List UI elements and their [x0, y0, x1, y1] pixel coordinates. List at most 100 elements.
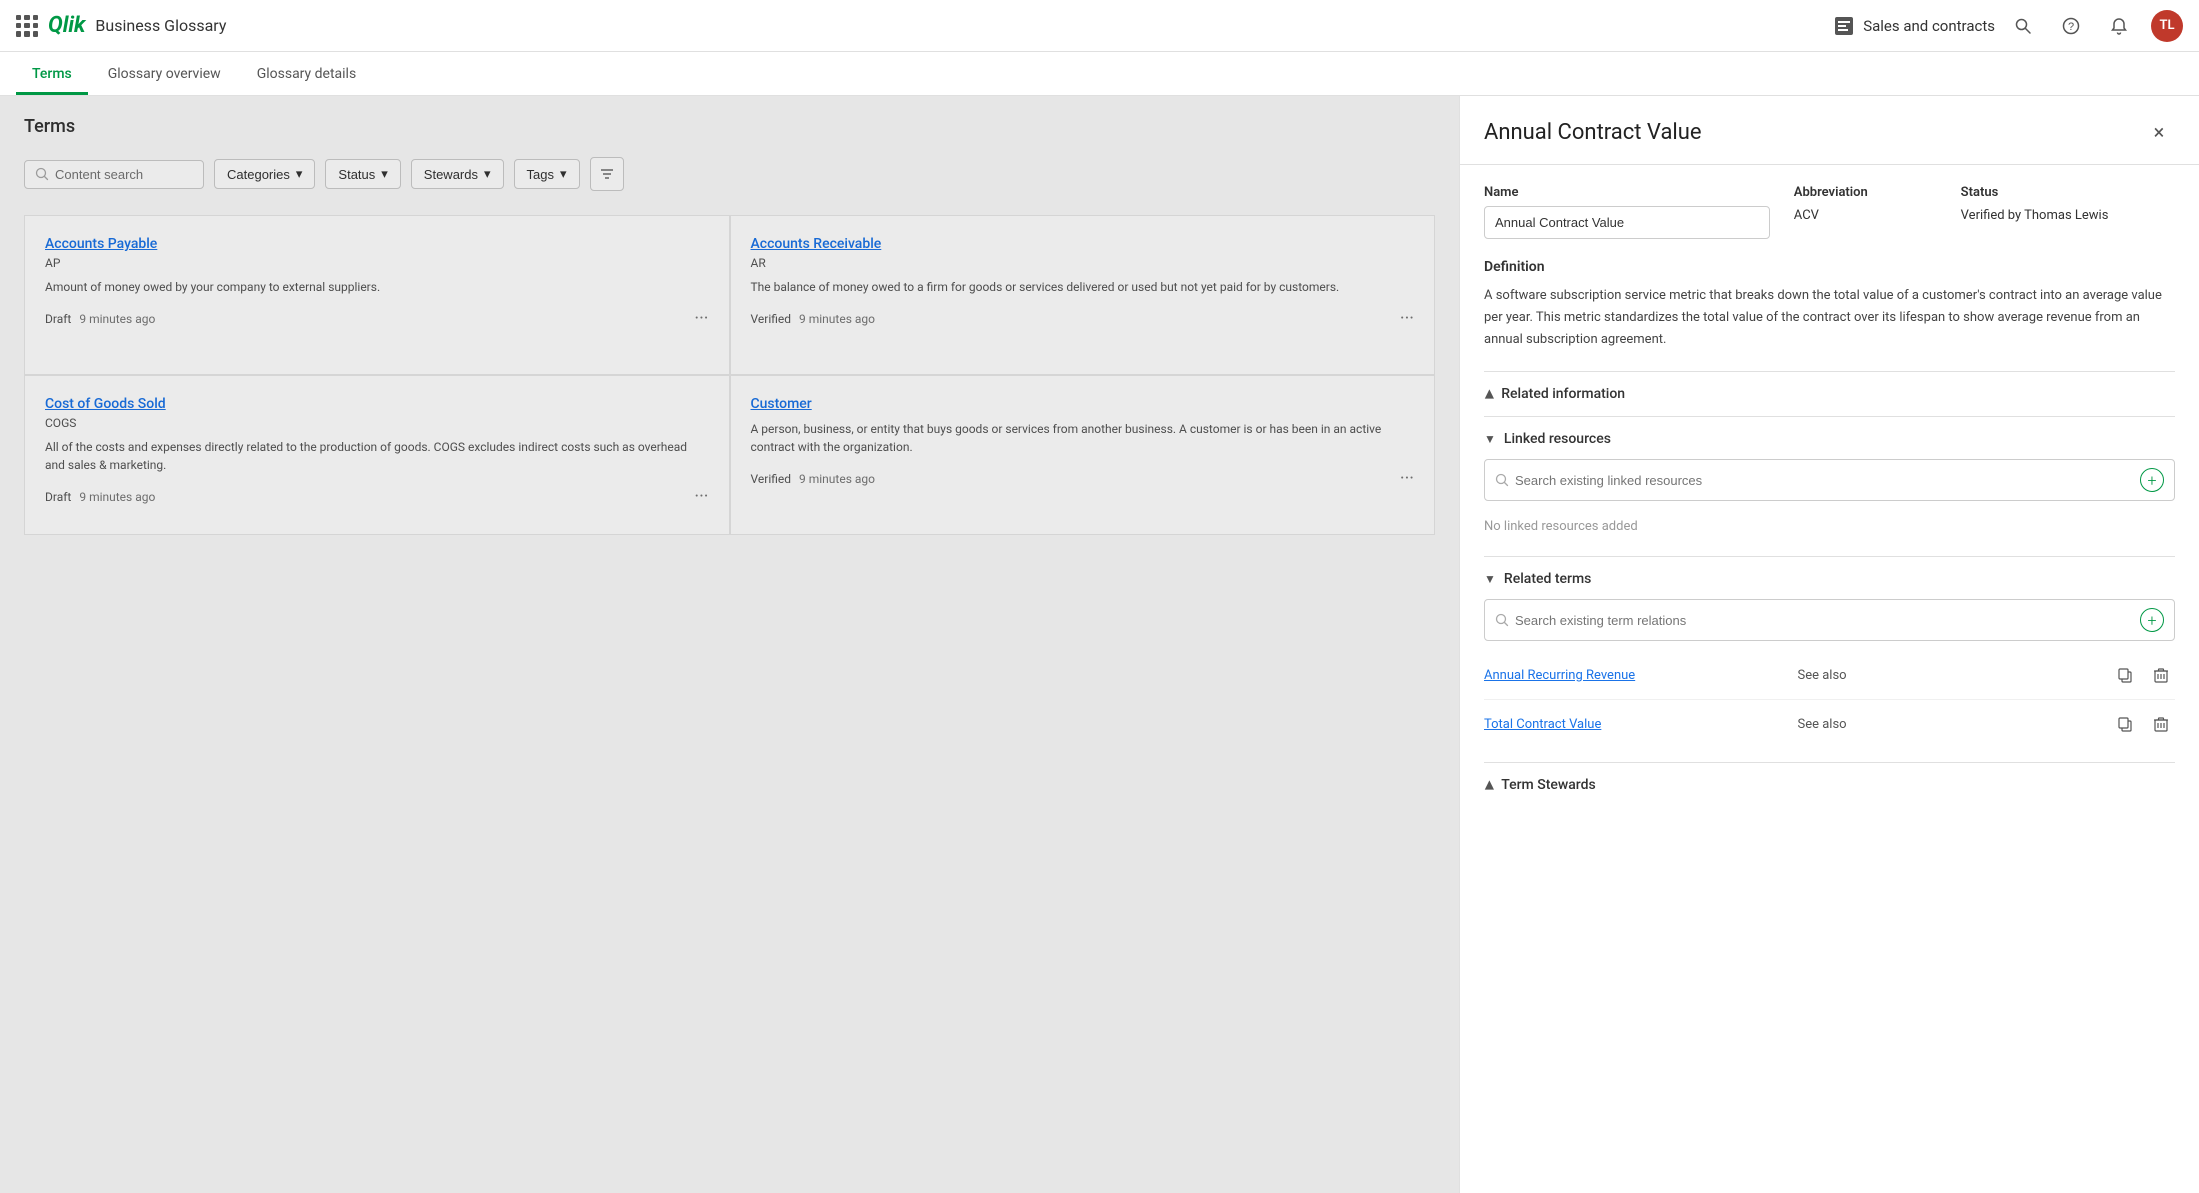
- delete-term-button[interactable]: [2147, 710, 2175, 738]
- main-area: Terms Categories ▾ Status ▾ Stewards ▾: [0, 96, 2199, 1193]
- status-field-group: Status Verified by Thomas Lewis: [1961, 185, 2175, 223]
- nav-context-label: Sales and contracts: [1863, 17, 1995, 35]
- card-title[interactable]: Accounts Payable: [45, 236, 709, 252]
- card-description: The balance of money owed to a firm for …: [751, 278, 1415, 296]
- drawer-header: Annual Contract Value ×: [1460, 96, 2199, 165]
- term-stewards-header[interactable]: ▶ Term Stewards: [1484, 777, 2175, 793]
- content-search-input[interactable]: [55, 167, 175, 182]
- card-description: A person, business, or entity that buys …: [751, 420, 1415, 456]
- term-link-annual-recurring-revenue[interactable]: Annual Recurring Revenue: [1484, 668, 1786, 683]
- term-link-total-contract-value[interactable]: Total Contract Value: [1484, 717, 1786, 732]
- card-menu-button[interactable]: ···: [1400, 308, 1414, 329]
- card-description: All of the costs and expenses directly r…: [45, 438, 709, 474]
- abbreviation-value: ACV: [1794, 206, 1937, 223]
- card-title[interactable]: Customer: [751, 396, 1415, 412]
- card-status: Draft: [45, 312, 71, 326]
- card-status: Draft: [45, 490, 71, 504]
- term-stewards-label: Term Stewards: [1501, 777, 1596, 793]
- related-terms-section: ▼ Related terms + Annual Recurring: [1484, 556, 2175, 762]
- card-customer: Customer A person, business, or entity t…: [730, 375, 1436, 535]
- term-actions: [2111, 710, 2175, 738]
- stewards-filter[interactable]: Stewards ▾: [411, 159, 504, 189]
- related-terms-search-row: +: [1484, 599, 2175, 641]
- related-information-section: ▶ Related information: [1484, 371, 2175, 416]
- svg-text:?: ?: [2068, 21, 2074, 33]
- card-accounts-payable: Accounts Payable AP Amount of money owed…: [24, 215, 730, 375]
- chevron-icon: ▶: [1482, 390, 1496, 399]
- content-search-wrap[interactable]: [24, 160, 204, 189]
- top-navigation: Qlik Business Glossary Sales and contrac…: [0, 0, 2199, 52]
- chevron-icon: ▼: [1484, 432, 1496, 446]
- filter-bar: Categories ▾ Status ▾ Stewards ▾ Tags ▾: [24, 157, 1435, 191]
- nav-center-context[interactable]: Sales and contracts: [1833, 15, 1995, 37]
- notifications-button[interactable]: [2103, 10, 2135, 42]
- card-menu-button[interactable]: ···: [694, 308, 708, 329]
- tab-glossary-overview[interactable]: Glossary overview: [92, 56, 237, 95]
- term-stewards-section: ▶ Term Stewards: [1484, 762, 2175, 807]
- related-terms-label: Related terms: [1504, 571, 1591, 587]
- apps-icon[interactable]: [16, 15, 38, 37]
- card-time: 9 minutes ago: [799, 472, 875, 486]
- card-status: Verified: [751, 312, 792, 326]
- add-related-term-button[interactable]: +: [2140, 608, 2164, 632]
- related-terms-header[interactable]: ▼ Related terms: [1484, 571, 2175, 587]
- chevron-icon: ▶: [1482, 781, 1496, 790]
- linked-resources-header[interactable]: ▼ Linked resources: [1484, 431, 2175, 447]
- left-panel: Terms Categories ▾ Status ▾ Stewards ▾: [0, 96, 1459, 1193]
- term-detail-drawer: Annual Contract Value × Name Abbreviatio…: [1459, 96, 2199, 1193]
- card-menu-button[interactable]: ···: [1400, 468, 1414, 489]
- search-button[interactable]: [2007, 10, 2039, 42]
- status-label: Status: [1961, 185, 2175, 200]
- related-terms-search-input[interactable]: [1515, 613, 2134, 628]
- card-title[interactable]: Cost of Goods Sold: [45, 396, 709, 412]
- card-time: 9 minutes ago: [79, 490, 155, 504]
- linked-resources-search-input[interactable]: [1515, 473, 2134, 488]
- tab-glossary-details[interactable]: Glossary details: [241, 56, 373, 95]
- tab-bar: Terms Glossary overview Glossary details: [0, 52, 2199, 96]
- user-avatar[interactable]: TL: [2151, 10, 2183, 42]
- related-information-header[interactable]: ▶ Related information: [1484, 386, 2175, 402]
- term-relation: See also: [1798, 717, 2100, 732]
- status-filter[interactable]: Status ▾: [325, 159, 400, 189]
- tab-terms[interactable]: Terms: [16, 56, 88, 95]
- advanced-filter-button[interactable]: [590, 157, 624, 191]
- name-input[interactable]: [1484, 206, 1770, 239]
- related-information-label: Related information: [1501, 386, 1625, 402]
- delete-term-button[interactable]: [2147, 661, 2175, 689]
- categories-filter[interactable]: Categories ▾: [214, 159, 315, 189]
- search-icon: [1495, 613, 1509, 627]
- copy-term-button[interactable]: [2111, 710, 2139, 738]
- cards-grid: Accounts Payable AP Amount of money owed…: [24, 215, 1435, 535]
- chevron-down-icon: ▾: [484, 166, 491, 182]
- card-abbr: AP: [45, 256, 709, 270]
- add-linked-resource-button[interactable]: +: [2140, 468, 2164, 492]
- search-icon: [35, 167, 49, 181]
- card-menu-button[interactable]: ···: [694, 486, 708, 507]
- context-icon: [1833, 15, 1855, 37]
- linked-resources-empty: No linked resources added: [1484, 511, 2175, 542]
- card-footer: Verified 9 minutes ago ···: [751, 308, 1415, 329]
- term-relation: See also: [1798, 668, 2100, 683]
- copy-term-button[interactable]: [2111, 661, 2139, 689]
- card-abbr: COGS: [45, 416, 709, 430]
- help-button[interactable]: ?: [2055, 10, 2087, 42]
- card-title[interactable]: Accounts Receivable: [751, 236, 1415, 252]
- chevron-down-icon: ▾: [381, 166, 388, 182]
- card-footer: Draft 9 minutes ago ···: [45, 486, 709, 507]
- card-cost-of-goods-sold: Cost of Goods Sold COGS All of the costs…: [24, 375, 730, 535]
- related-term-row: Annual Recurring Revenue See also: [1484, 651, 2175, 700]
- chevron-down-icon: ▾: [296, 166, 303, 182]
- definition-text: A software subscription service metric t…: [1484, 285, 2175, 351]
- linked-resources-section: ▼ Linked resources + No linked resources…: [1484, 416, 2175, 556]
- card-accounts-receivable: Accounts Receivable AR The balance of mo…: [730, 215, 1436, 375]
- definition-label: Definition: [1484, 259, 2175, 275]
- card-abbr: AR: [751, 256, 1415, 270]
- nav-left: Qlik Business Glossary: [16, 13, 1821, 38]
- name-label: Name: [1484, 185, 1770, 200]
- tags-filter[interactable]: Tags ▾: [514, 159, 580, 189]
- nav-icons: ? TL: [2007, 10, 2183, 42]
- chevron-down-icon: ▾: [560, 166, 567, 182]
- section-title: Terms: [24, 116, 1435, 137]
- close-button[interactable]: ×: [2143, 116, 2175, 148]
- fields-row: Name Abbreviation ACV Status Verified by…: [1484, 185, 2175, 239]
